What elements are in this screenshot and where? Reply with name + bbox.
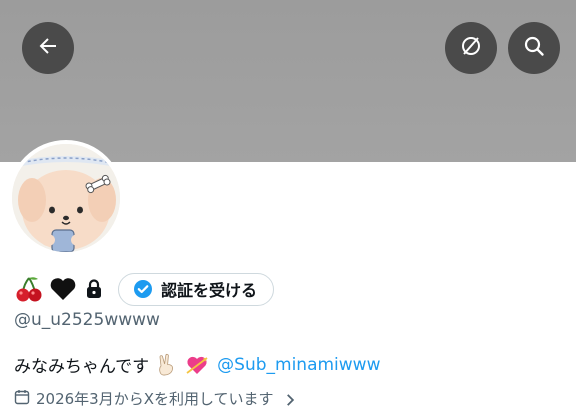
heart-with-arrow-emoji (185, 353, 209, 377)
bio-text: みなみちゃんです (14, 357, 150, 377)
profile-banner[interactable] (0, 0, 576, 162)
display-name: 認証を受ける (14, 272, 275, 306)
chevron-right-icon (282, 392, 296, 406)
lock-icon (84, 278, 104, 300)
cherry-emoji (14, 274, 44, 304)
arrow-left-icon (36, 34, 60, 62)
calendar-icon (14, 389, 30, 409)
grok-button[interactable] (445, 22, 497, 74)
victory-hand-emoji (155, 353, 179, 377)
verified-badge-icon (133, 279, 153, 299)
avatar[interactable] (8, 140, 124, 256)
get-verified-label: 認証を受ける (161, 281, 258, 300)
joined-date[interactable]: 2026年3月からXを利用しています (14, 388, 296, 409)
search-button[interactable] (508, 22, 560, 74)
joined-text: 2026年3月からXを利用しています (36, 390, 274, 408)
grok-icon (459, 34, 483, 62)
black-heart-emoji (48, 274, 78, 304)
profile-bio: みなみちゃんです @Sub_minamiwww (14, 352, 380, 377)
cartoon-puppy-avatar (12, 144, 120, 252)
get-verified-button[interactable]: 認証を受ける (118, 272, 275, 306)
search-icon (522, 34, 546, 62)
username-handle: @u_u2525wwww (14, 310, 160, 330)
bio-mention-link[interactable]: @Sub_minamiwww (217, 355, 380, 375)
back-button[interactable] (22, 22, 74, 74)
